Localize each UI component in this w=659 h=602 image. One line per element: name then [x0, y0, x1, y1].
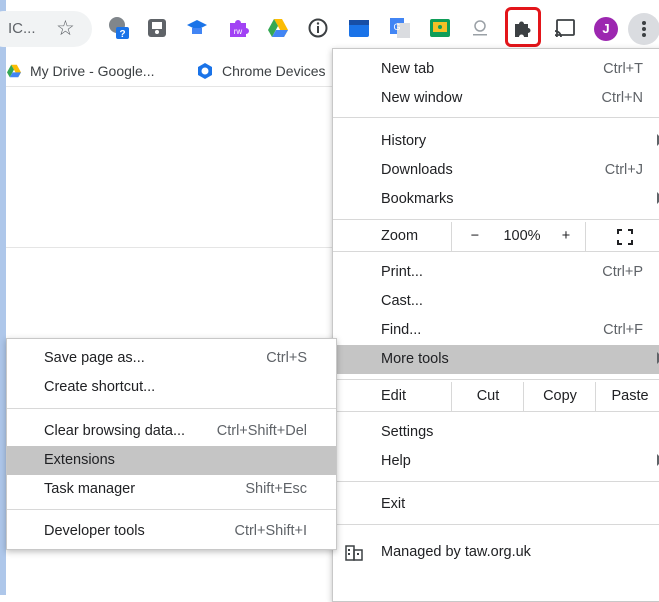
menu-shortcut: Ctrl+J	[604, 162, 643, 178]
menu-item-managed[interactable]: Managed by taw.org.uk	[333, 538, 659, 567]
menu-separator	[333, 251, 659, 252]
building-icon	[345, 545, 363, 561]
submenu-item-task-manager[interactable]: Task manager Shift+Esc	[7, 475, 336, 504]
submenu-item-extensions[interactable]: Extensions	[7, 446, 336, 475]
menu-separator	[7, 408, 336, 409]
menu-label: Edit	[381, 388, 406, 404]
menu-label: Save page as...	[44, 350, 145, 366]
menu-label: Exit	[381, 496, 406, 512]
menu-separator	[333, 117, 659, 118]
menu-label: Zoom	[381, 228, 419, 244]
submenu-item-create-shortcut[interactable]: Create shortcut...	[7, 373, 336, 402]
menu-label: Cast...	[381, 293, 423, 309]
menu-label: Clear browsing data...	[44, 423, 186, 439]
chrome-devices-icon	[198, 63, 212, 79]
rw-badge: rw	[234, 27, 243, 36]
menu-label: New window	[381, 90, 463, 106]
menu-shortcut: Ctrl+F	[603, 322, 643, 338]
avatar[interactable]: J	[594, 17, 618, 41]
menu-label: Managed by taw.org.uk	[381, 544, 531, 560]
extension-rw-icon[interactable]: rw	[227, 17, 249, 39]
menu-shortcut: Shift+Esc	[245, 481, 307, 497]
menu-item-bookmarks[interactable]: Bookmarks	[333, 185, 659, 214]
bookmark-chrome-devices[interactable]: Chrome Devices	[196, 61, 325, 81]
menu-label: Extensions	[44, 452, 115, 468]
menu-item-edit: Edit Cut Copy Paste	[333, 382, 659, 411]
extension-badge: ?	[119, 29, 125, 40]
menu-separator	[333, 481, 659, 482]
omnibox[interactable]: IC... ☆	[0, 11, 92, 47]
menu-item-more-tools[interactable]: More tools	[333, 345, 659, 374]
menu-label: Print...	[381, 264, 423, 280]
zoom-out-button[interactable]: −	[451, 222, 498, 251]
menu-item-history[interactable]: History	[333, 127, 659, 156]
menu-separator	[333, 219, 659, 220]
more-tools-submenu: Save page as... Ctrl+S Create shortcut..…	[6, 338, 337, 550]
menu-label: Bookmarks	[381, 191, 454, 207]
menu-item-new-window[interactable]: New window Ctrl+N	[333, 84, 659, 113]
zoom-in-button[interactable]: +	[547, 222, 585, 251]
fullscreen-icon[interactable]	[585, 222, 659, 251]
menu-item-zoom: Zoom − 100% +	[333, 222, 659, 251]
menu-label: Task manager	[44, 481, 136, 497]
chrome-menu: New tab Ctrl+T New window Ctrl+N History…	[332, 48, 659, 602]
submenu-item-developer-tools[interactable]: Developer tools Ctrl+Shift+I	[7, 517, 336, 546]
menu-item-print[interactable]: Print... Ctrl+P	[333, 258, 659, 287]
menu-label: Downloads	[381, 162, 453, 178]
menu-label: History	[381, 133, 427, 149]
menu-item-exit[interactable]: Exit	[333, 490, 659, 519]
submenu-item-save-page[interactable]: Save page as... Ctrl+S	[7, 344, 336, 373]
menu-label: New tab	[381, 61, 435, 77]
star-icon[interactable]: ☆	[56, 18, 75, 40]
menu-label: Help	[381, 453, 411, 469]
menu-item-new-tab[interactable]: New tab Ctrl+T	[333, 55, 659, 84]
extension-search-icon[interactable]	[469, 17, 491, 39]
paste-button[interactable]: Paste	[595, 382, 659, 411]
google-drive-icon	[7, 64, 21, 78]
menu-item-downloads[interactable]: Downloads Ctrl+J	[333, 156, 659, 185]
menu-item-find[interactable]: Find... Ctrl+F	[333, 316, 659, 345]
cast-icon[interactable]	[554, 17, 576, 39]
menu-label: Create shortcut...	[44, 379, 156, 395]
extension-save-icon[interactable]	[146, 17, 168, 39]
info-icon[interactable]	[307, 17, 329, 39]
google-drive-icon[interactable]	[267, 17, 289, 39]
divider	[6, 247, 332, 248]
divider	[6, 86, 332, 87]
menu-separator	[7, 509, 336, 510]
menu-separator	[333, 524, 659, 525]
svg-text:G: G	[393, 22, 400, 32]
menu-item-settings[interactable]: Settings	[333, 418, 659, 447]
bookmark-my-drive[interactable]: My Drive - Google...	[6, 61, 154, 81]
menu-label: More tools	[381, 351, 449, 367]
menu-separator	[333, 411, 659, 412]
extension-speech-icon[interactable]: ?	[108, 17, 130, 40]
menu-separator	[333, 379, 659, 380]
zoom-value: 100%	[503, 228, 541, 244]
extension-calendar-icon[interactable]	[348, 17, 370, 39]
menu-label: Find...	[381, 322, 422, 338]
menu-shortcut: Ctrl+Shift+I	[234, 523, 307, 539]
menu-label: Settings	[381, 424, 434, 440]
google-classroom-icon[interactable]	[429, 17, 451, 39]
copy-button[interactable]: Copy	[523, 382, 596, 411]
menu-shortcut: Ctrl+P	[602, 264, 643, 280]
bookmark-label: My Drive - Google...	[30, 63, 155, 79]
puzzle-highlight-box	[505, 7, 541, 47]
menu-label: Developer tools	[44, 523, 145, 539]
menu-shortcut: Ctrl+N	[601, 90, 644, 106]
menu-shortcut: Ctrl+Shift+Del	[216, 423, 307, 439]
menu-item-help[interactable]: Help	[333, 447, 659, 476]
extension-graduation-icon[interactable]	[186, 17, 208, 39]
more-vert-icon[interactable]	[628, 13, 659, 45]
menu-shortcut: Ctrl+S	[266, 350, 307, 366]
submenu-item-clear-browsing-data[interactable]: Clear browsing data... Ctrl+Shift+Del	[7, 417, 336, 446]
bookmark-label: Chrome Devices	[222, 63, 326, 79]
menu-item-cast[interactable]: Cast...	[333, 287, 659, 316]
omnibox-text: IC...	[8, 20, 36, 37]
menu-shortcut: Ctrl+T	[603, 61, 643, 77]
cut-button[interactable]: Cut	[451, 382, 524, 411]
google-translate-icon[interactable]: G	[389, 17, 411, 39]
